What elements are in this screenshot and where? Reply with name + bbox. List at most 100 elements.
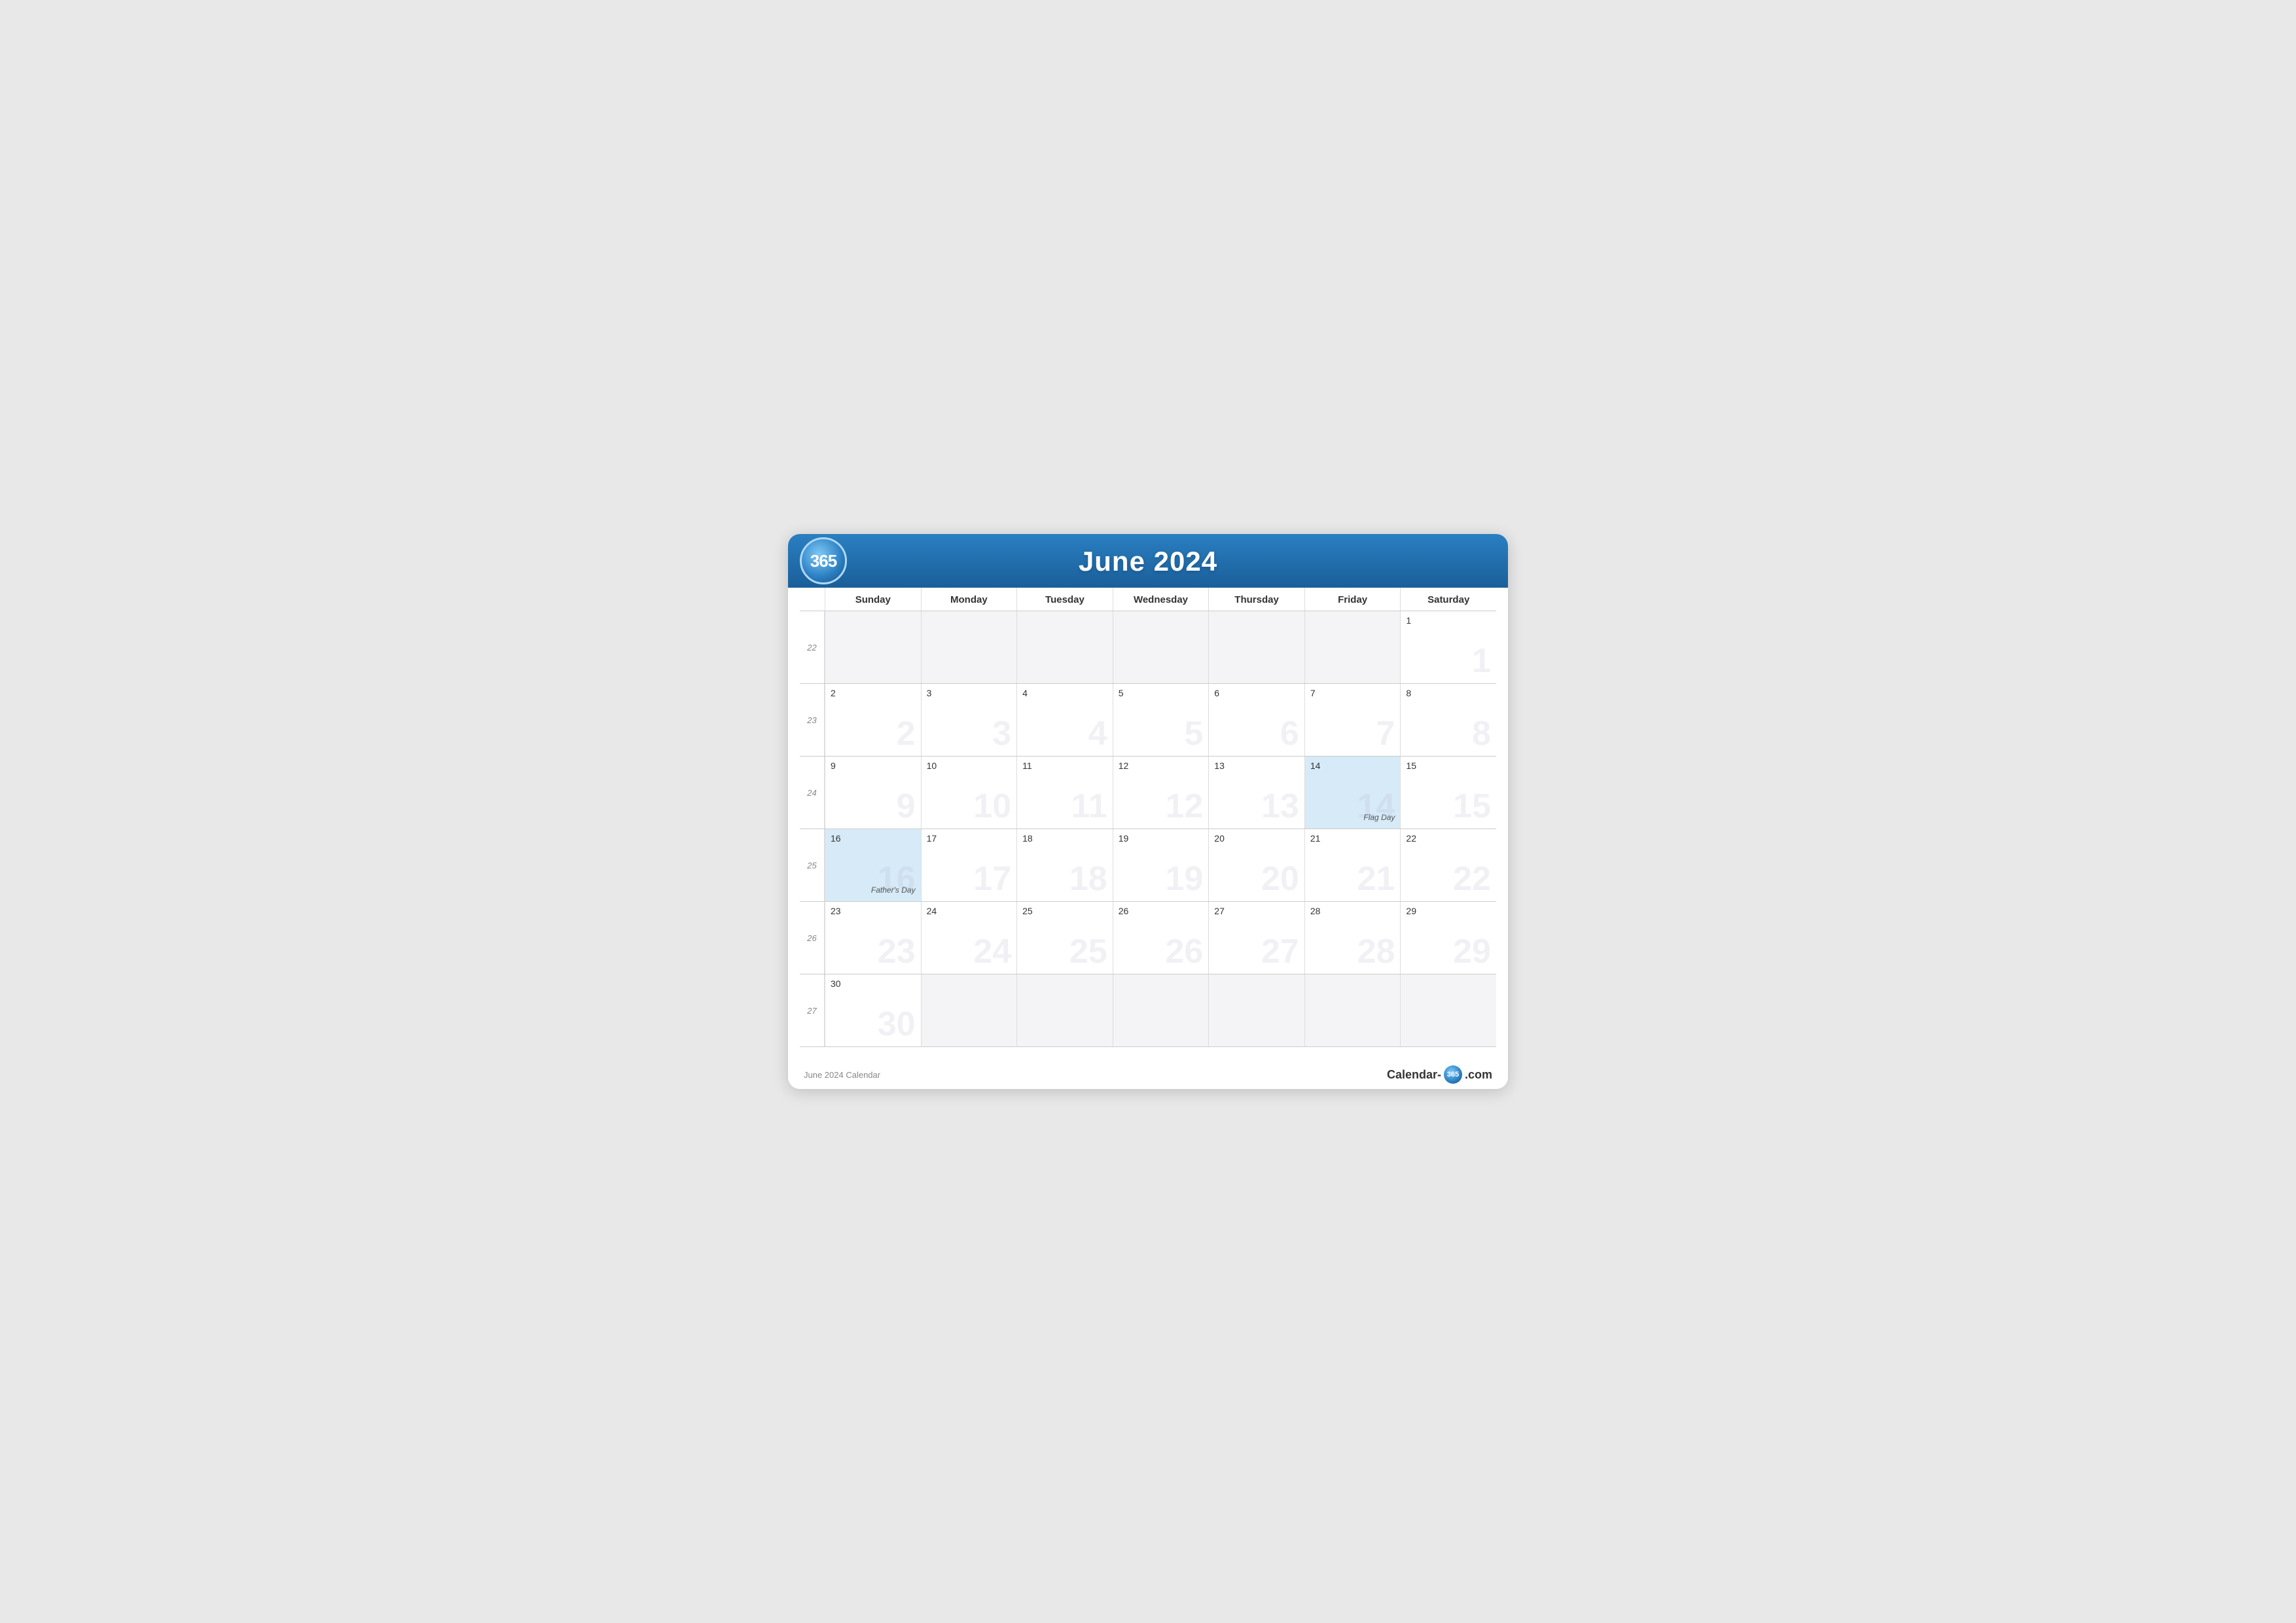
weekday-header-row: SundayMondayTuesdayWednesdayThursdayFrid…: [800, 588, 1496, 611]
day-number: 17: [927, 833, 1012, 844]
day-cell-13[interactable]: 13 13: [1208, 757, 1304, 829]
day-watermark: 24: [973, 935, 1011, 969]
day-cell-empty-3: [1113, 611, 1209, 683]
day-number: 1: [1406, 615, 1491, 626]
day-cell-3[interactable]: 33: [921, 684, 1017, 756]
day-number: 24: [927, 906, 1012, 916]
day-cell-17[interactable]: 1717: [921, 829, 1017, 901]
day-cell-8[interactable]: 88: [1400, 684, 1496, 756]
day-number: 6: [1214, 688, 1299, 698]
day-cell-empty-1: [921, 974, 1017, 1046]
day-number: 13: [1214, 760, 1299, 771]
day-number: 14: [1310, 760, 1395, 771]
day-cell-20[interactable]: 2020: [1208, 829, 1304, 901]
weekday-header-thursday: Thursday: [1208, 588, 1304, 611]
day-watermark: 6: [1280, 717, 1299, 751]
day-cell-15[interactable]: 1515: [1400, 757, 1496, 829]
day-cell-24[interactable]: 24 24: [921, 902, 1017, 974]
day-cell-18[interactable]: 1818: [1016, 829, 1113, 901]
day-number: 8: [1406, 688, 1491, 698]
footer-badge: 365: [1444, 1065, 1462, 1084]
calendar-header: 365 June 2024: [788, 534, 1508, 588]
day-number: 22: [1406, 833, 1491, 844]
day-cell-22[interactable]: 22 22: [1400, 829, 1496, 901]
day-cell-12[interactable]: 1212: [1113, 757, 1209, 829]
weekday-header-monday: Monday: [921, 588, 1017, 611]
week-number-24: 24: [800, 757, 825, 829]
calendar-body: SundayMondayTuesdayWednesdayThursdayFrid…: [788, 588, 1508, 1059]
day-cell-empty-2: [1016, 611, 1113, 683]
day-number: 27: [1214, 906, 1299, 916]
day-cell-11[interactable]: 1111: [1016, 757, 1113, 829]
day-cell-5[interactable]: 55: [1113, 684, 1209, 756]
day-cell-10[interactable]: 10 10: [921, 757, 1017, 829]
calendar-footer: June 2024 Calendar Calendar- 365 .com: [788, 1059, 1508, 1089]
weeks-container: 2211232233445566778824991010111112121313…: [800, 611, 1496, 1047]
day-cell-19[interactable]: 1919: [1113, 829, 1209, 901]
day-watermark: 5: [1184, 717, 1203, 751]
day-number: 15: [1406, 760, 1491, 771]
day-cell-7[interactable]: 77: [1304, 684, 1401, 756]
day-watermark: 26: [1165, 935, 1203, 969]
day-watermark: 13: [1261, 789, 1299, 823]
day-watermark: 8: [1472, 717, 1491, 751]
day-cell-empty-2: [1016, 974, 1113, 1046]
weekday-header-sunday: Sunday: [825, 588, 921, 611]
day-cell-empty-5: [1304, 611, 1401, 683]
weekday-header-saturday: Saturday: [1400, 588, 1496, 611]
day-watermark: 28: [1357, 935, 1395, 969]
footer-label: June 2024 Calendar: [804, 1070, 880, 1080]
logo-badge: 365: [800, 537, 847, 584]
week-number-22: 22: [800, 611, 825, 683]
day-number: 4: [1022, 688, 1107, 698]
day-number: 18: [1022, 833, 1107, 844]
footer-brand-suffix: .com: [1465, 1068, 1492, 1082]
day-watermark: 12: [1165, 789, 1203, 823]
day-watermark: 4: [1088, 717, 1107, 751]
day-number: 30: [831, 978, 916, 989]
day-cell-26[interactable]: 26 26: [1113, 902, 1209, 974]
day-cell-29[interactable]: 2929: [1400, 902, 1496, 974]
week-row-0: 22 11: [800, 611, 1496, 684]
day-watermark: 18: [1069, 862, 1107, 896]
day-number: 23: [831, 906, 916, 916]
day-cell-25[interactable]: 2525: [1016, 902, 1113, 974]
day-watermark: 7: [1376, 717, 1395, 751]
day-number: 28: [1310, 906, 1395, 916]
day-cell-27[interactable]: 27 27: [1208, 902, 1304, 974]
day-watermark: 22: [1453, 862, 1491, 896]
day-cell-30[interactable]: 3030: [825, 974, 921, 1046]
day-watermark: 27: [1261, 935, 1299, 969]
day-cell-21[interactable]: 2121: [1304, 829, 1401, 901]
day-cell-empty-6: [1400, 974, 1496, 1046]
week-number-27: 27: [800, 974, 825, 1046]
calendar-page: 365 June 2024 SundayMondayTuesdayWednesd…: [788, 534, 1508, 1089]
day-number: 20: [1214, 833, 1299, 844]
day-watermark: 21: [1357, 862, 1395, 896]
day-watermark: 17: [973, 862, 1011, 896]
day-cell-1[interactable]: 11: [1400, 611, 1496, 683]
day-cell-9[interactable]: 99: [825, 757, 921, 829]
event-label: Father's Day: [871, 885, 916, 895]
event-label: Flag Day: [1363, 813, 1395, 822]
day-cell-14[interactable]: 1414Flag Day: [1304, 757, 1401, 829]
day-cell-2[interactable]: 22: [825, 684, 921, 756]
day-number: 10: [927, 760, 1012, 771]
day-cell-16[interactable]: 1616Father's Day: [825, 829, 921, 901]
day-number: 9: [831, 760, 916, 771]
logo-text: 365: [810, 551, 836, 571]
day-watermark: 15: [1453, 789, 1491, 823]
week-row-3: 251616Father's Day1717181819192020212122…: [800, 829, 1496, 902]
day-cell-4[interactable]: 44: [1016, 684, 1113, 756]
day-cell-23[interactable]: 23 23: [825, 902, 921, 974]
day-cell-6[interactable]: 66: [1208, 684, 1304, 756]
week-row-1: 2322334455667788: [800, 684, 1496, 757]
day-watermark: 23: [878, 935, 916, 969]
day-watermark: 10: [973, 789, 1011, 823]
day-number: 26: [1119, 906, 1204, 916]
weekday-header-friday: Friday: [1304, 588, 1401, 611]
day-number: 16: [831, 833, 916, 844]
day-cell-empty-0: [825, 611, 921, 683]
day-cell-28[interactable]: 28 28: [1304, 902, 1401, 974]
day-watermark: 11: [1071, 789, 1107, 823]
